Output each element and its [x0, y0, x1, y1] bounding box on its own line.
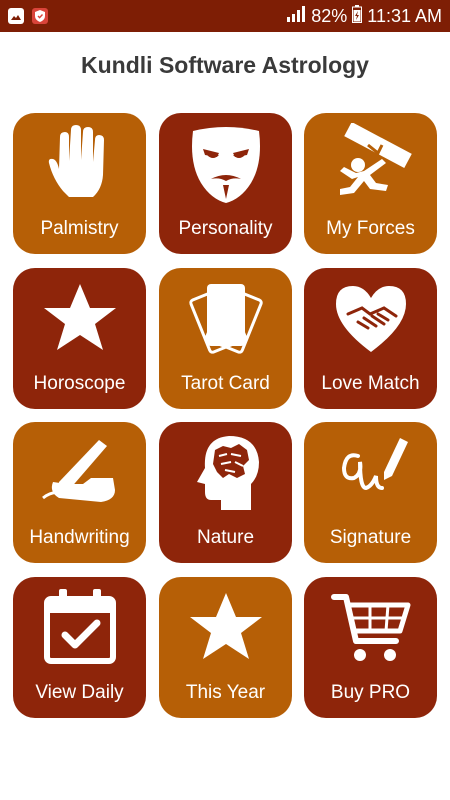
- signature-icon: [341, 438, 408, 491]
- tile-label: Tarot Card: [181, 373, 270, 394]
- tile-horoscope[interactable]: Horoscope: [13, 268, 146, 409]
- lifting-man-icon: [340, 123, 412, 195]
- hand-icon: [48, 125, 104, 197]
- tile-personality[interactable]: Personality: [159, 113, 292, 254]
- tile-this-year[interactable]: This Year: [159, 577, 292, 718]
- shield-icon: [32, 8, 48, 24]
- battery-percent: 82%: [311, 5, 348, 26]
- tile-tarot-card[interactable]: Tarot Card: [159, 268, 292, 409]
- pen-hand-icon: [42, 440, 115, 502]
- calendar-check-icon: [44, 589, 116, 664]
- cards-icon: [189, 284, 263, 354]
- tile-label: Palmistry: [40, 218, 119, 239]
- brain-head-icon: [197, 436, 259, 510]
- tile-signature[interactable]: Signature: [304, 422, 437, 563]
- star-icon: [44, 284, 116, 350]
- tile-label: My Forces: [326, 218, 415, 239]
- tile-view-daily[interactable]: View Daily: [13, 577, 146, 718]
- tile-nature[interactable]: Nature: [159, 422, 292, 563]
- mask-icon: [192, 127, 260, 203]
- tile-label: View Daily: [35, 682, 124, 703]
- signal-icon: [286, 5, 306, 27]
- tile-label: This Year: [185, 682, 266, 703]
- status-bar: 82% 11:31 AM: [0, 0, 450, 32]
- star-icon: [190, 593, 262, 659]
- cart-icon: [331, 594, 411, 661]
- tile-label: Love Match: [321, 373, 420, 394]
- gallery-icon: [8, 8, 24, 24]
- tile-palmistry[interactable]: Palmistry: [13, 113, 146, 254]
- battery-icon: [352, 4, 363, 28]
- tile-label: Horoscope: [33, 373, 126, 394]
- page-title: Kundli Software Astrology: [81, 52, 369, 78]
- tile-label: Signature: [329, 527, 412, 548]
- tile-buy-pro[interactable]: Buy PRO: [304, 577, 437, 718]
- tile-label: Handwriting: [29, 527, 130, 548]
- heart-handshake-icon: [336, 286, 406, 352]
- tile-label: Buy PRO: [330, 682, 411, 703]
- tile-love-match[interactable]: Love Match: [304, 268, 437, 409]
- tile-handwriting[interactable]: Handwriting: [13, 422, 146, 563]
- tile-my-forces[interactable]: My Forces: [304, 113, 437, 254]
- clock: 11:31 AM: [367, 5, 442, 26]
- tile-label: Personality: [178, 218, 273, 239]
- tile-label: Nature: [196, 527, 255, 548]
